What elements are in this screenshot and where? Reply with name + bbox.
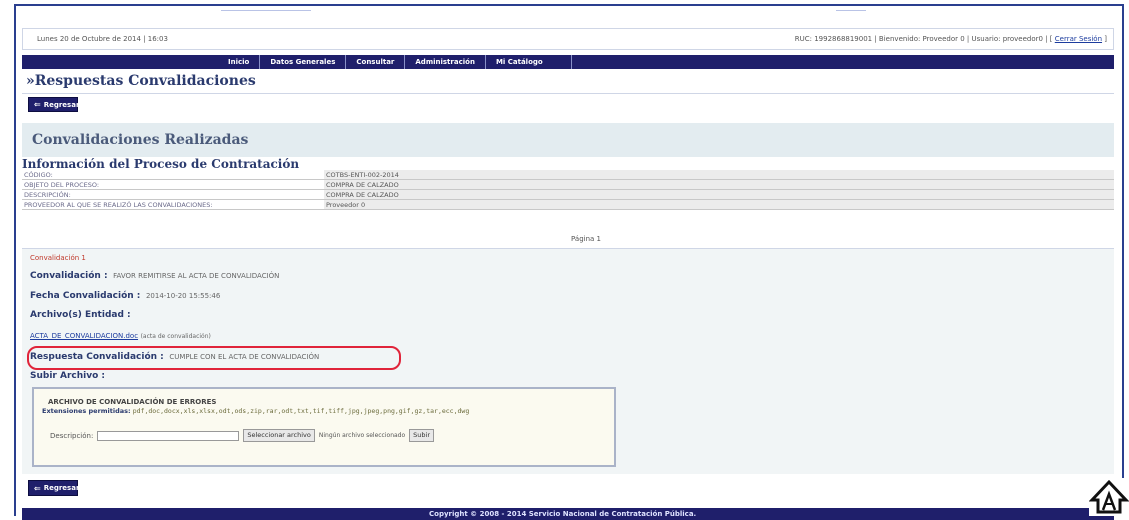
description-input[interactable] <box>97 430 240 441</box>
info-value: COTBS-ENTI-002-2014 <box>324 170 1114 180</box>
table-row: CÓDIGO: COTBS-ENTI-002-2014 <box>22 170 1114 180</box>
page-title-bar: »Respuestas Convalidaciones <box>22 71 1114 94</box>
file-description: (acta de convalidación) <box>140 333 211 340</box>
archivos-label: Archivo(s) Entidad : <box>30 310 131 320</box>
logout-bracket: ] <box>1104 35 1107 43</box>
nav-mi-catalogo[interactable]: Mi Catálogo <box>486 55 572 69</box>
no-file-text: Ningún archivo seleccionado <box>318 432 406 439</box>
subir-row: Subir Archivo : <box>30 371 105 381</box>
upload-button[interactable]: Subir <box>409 429 435 442</box>
footer: Copyright © 2008 - 2014 Servicio Naciona… <box>22 508 1114 520</box>
convalidacion-row: Convalidación : FAVOR REMITIRSE AL ACTA … <box>30 271 279 281</box>
description-label: Descripción: <box>50 431 94 440</box>
info-label: DESCRIPCIÓN: <box>22 189 324 200</box>
respuesta-label: Respuesta Convalidación : <box>30 352 164 362</box>
archivos-row: Archivo(s) Entidad : <box>30 310 131 320</box>
table-row: OBJETO DEL PROCESO: COMPRA DE CALZADO <box>22 179 1114 190</box>
house-logo-icon <box>1088 479 1129 514</box>
extensions-label: Extensiones permitidas: <box>42 407 131 415</box>
extensions-list: pdf,doc,docx,xls,xlsx,odt,ods,zip,rar,od… <box>132 407 470 415</box>
upload-title: ARCHIVO DE CONVALIDACIÓN DE ERRORES <box>48 398 217 406</box>
convalidacion-panel: Convalidación 1 Convalidación : FAVOR RE… <box>22 248 1114 474</box>
nav-datos-generales[interactable]: Datos Generales <box>260 55 347 69</box>
respuesta-row: Respuesta Convalidación : CUMPLE CON EL … <box>30 352 319 362</box>
fecha-row: Fecha Convalidación : 2014-10-20 15:55:4… <box>30 291 220 301</box>
logout-link[interactable]: Cerrar Sesión <box>1055 35 1102 43</box>
nav-consultar[interactable]: Consultar <box>346 55 406 69</box>
info-value: Proveedor 0 <box>324 199 1114 210</box>
section-header: Convalidaciones Realizadas <box>22 123 1114 157</box>
select-file-button[interactable]: Seleccionar archivo <box>243 429 315 442</box>
back-button-bottom[interactable]: ⇐ Regresar <box>28 480 80 496</box>
upload-row: Descripción: Seleccionar archivo Ningún … <box>50 429 435 442</box>
respuesta-value: CUMPLE CON EL ACTA DE CONVALIDACIÓN <box>169 353 320 361</box>
back-arrow-icon: ⇐ <box>34 100 41 109</box>
info-value: COMPRA DE CALZADO <box>324 179 1114 190</box>
process-info-table: CÓDIGO: COTBS-ENTI-002-2014 OBJETO DEL P… <box>22 170 1114 210</box>
file-link[interactable]: ACTA_DE_CONVALIDACION.doc <box>30 332 138 340</box>
copyright-text: Copyright © 2008 - 2014 Servicio Naciona… <box>429 510 697 518</box>
nav-inicio[interactable]: Inicio <box>218 55 261 69</box>
process-info-title: Información del Proceso de Contratación <box>22 157 300 171</box>
current-date: Lunes 20 de Octubre de 2014 | 16:03 <box>37 35 168 43</box>
table-row: DESCRIPCIÓN: COMPRA DE CALZADO <box>22 189 1114 200</box>
back-button-label: Regresar <box>43 100 80 109</box>
file-row: ACTA_DE_CONVALIDACION.doc (acta de conva… <box>30 331 211 340</box>
info-label: CÓDIGO: <box>22 170 324 180</box>
convalidacion-label: Convalidación : <box>30 271 108 281</box>
fecha-value: 2014-10-20 15:55:46 <box>145 292 221 300</box>
convalidacion-value: FAVOR REMITIRSE AL ACTA DE CONVALIDACIÓN <box>113 272 280 280</box>
extensions-line: Extensiones permitidas: pdf,doc,docx,xls… <box>42 407 469 415</box>
top-deco-line <box>221 6 311 11</box>
main-nav: Inicio Datos Generales Consultar Adminis… <box>22 55 1114 69</box>
convalidacion-heading: Convalidación 1 <box>30 254 86 262</box>
user-info: RUC: 1992868819001 | Bienvenido: Proveed… <box>795 35 1107 43</box>
table-row: PROVEEDOR AL QUE SE REALIZÓ LAS CONVALID… <box>22 199 1114 210</box>
page-frame: Lunes 20 de Octubre de 2014 | 16:03 RUC:… <box>14 4 1124 520</box>
back-button-top[interactable]: ⇐ Regresar <box>28 97 80 112</box>
back-arrow-icon: ⇐ <box>34 483 41 493</box>
nav-administracion[interactable]: Administración <box>405 55 486 69</box>
upload-box: ARCHIVO DE CONVALIDACIÓN DE ERRORES Exte… <box>32 387 616 467</box>
info-label: PROVEEDOR AL QUE SE REALIZÓ LAS CONVALID… <box>22 199 324 210</box>
top-decoration <box>16 6 1122 12</box>
subir-label: Subir Archivo : <box>30 371 106 381</box>
watermark-logo <box>1088 478 1129 516</box>
section-title: Convalidaciones Realizadas <box>32 132 249 148</box>
top-deco-line <box>836 6 866 11</box>
fecha-label: Fecha Convalidación : <box>30 291 141 301</box>
page-number: Página 1 <box>571 235 601 243</box>
back-button-label: Regresar <box>43 484 80 492</box>
info-bar: Lunes 20 de Octubre de 2014 | 16:03 RUC:… <box>22 28 1114 50</box>
user-info-text: RUC: 1992868819001 | Bienvenido: Proveed… <box>794 35 1053 43</box>
info-label: OBJETO DEL PROCESO: <box>22 179 324 190</box>
page-title: »Respuestas Convalidaciones <box>26 73 256 89</box>
info-value: COMPRA DE CALZADO <box>324 189 1114 200</box>
